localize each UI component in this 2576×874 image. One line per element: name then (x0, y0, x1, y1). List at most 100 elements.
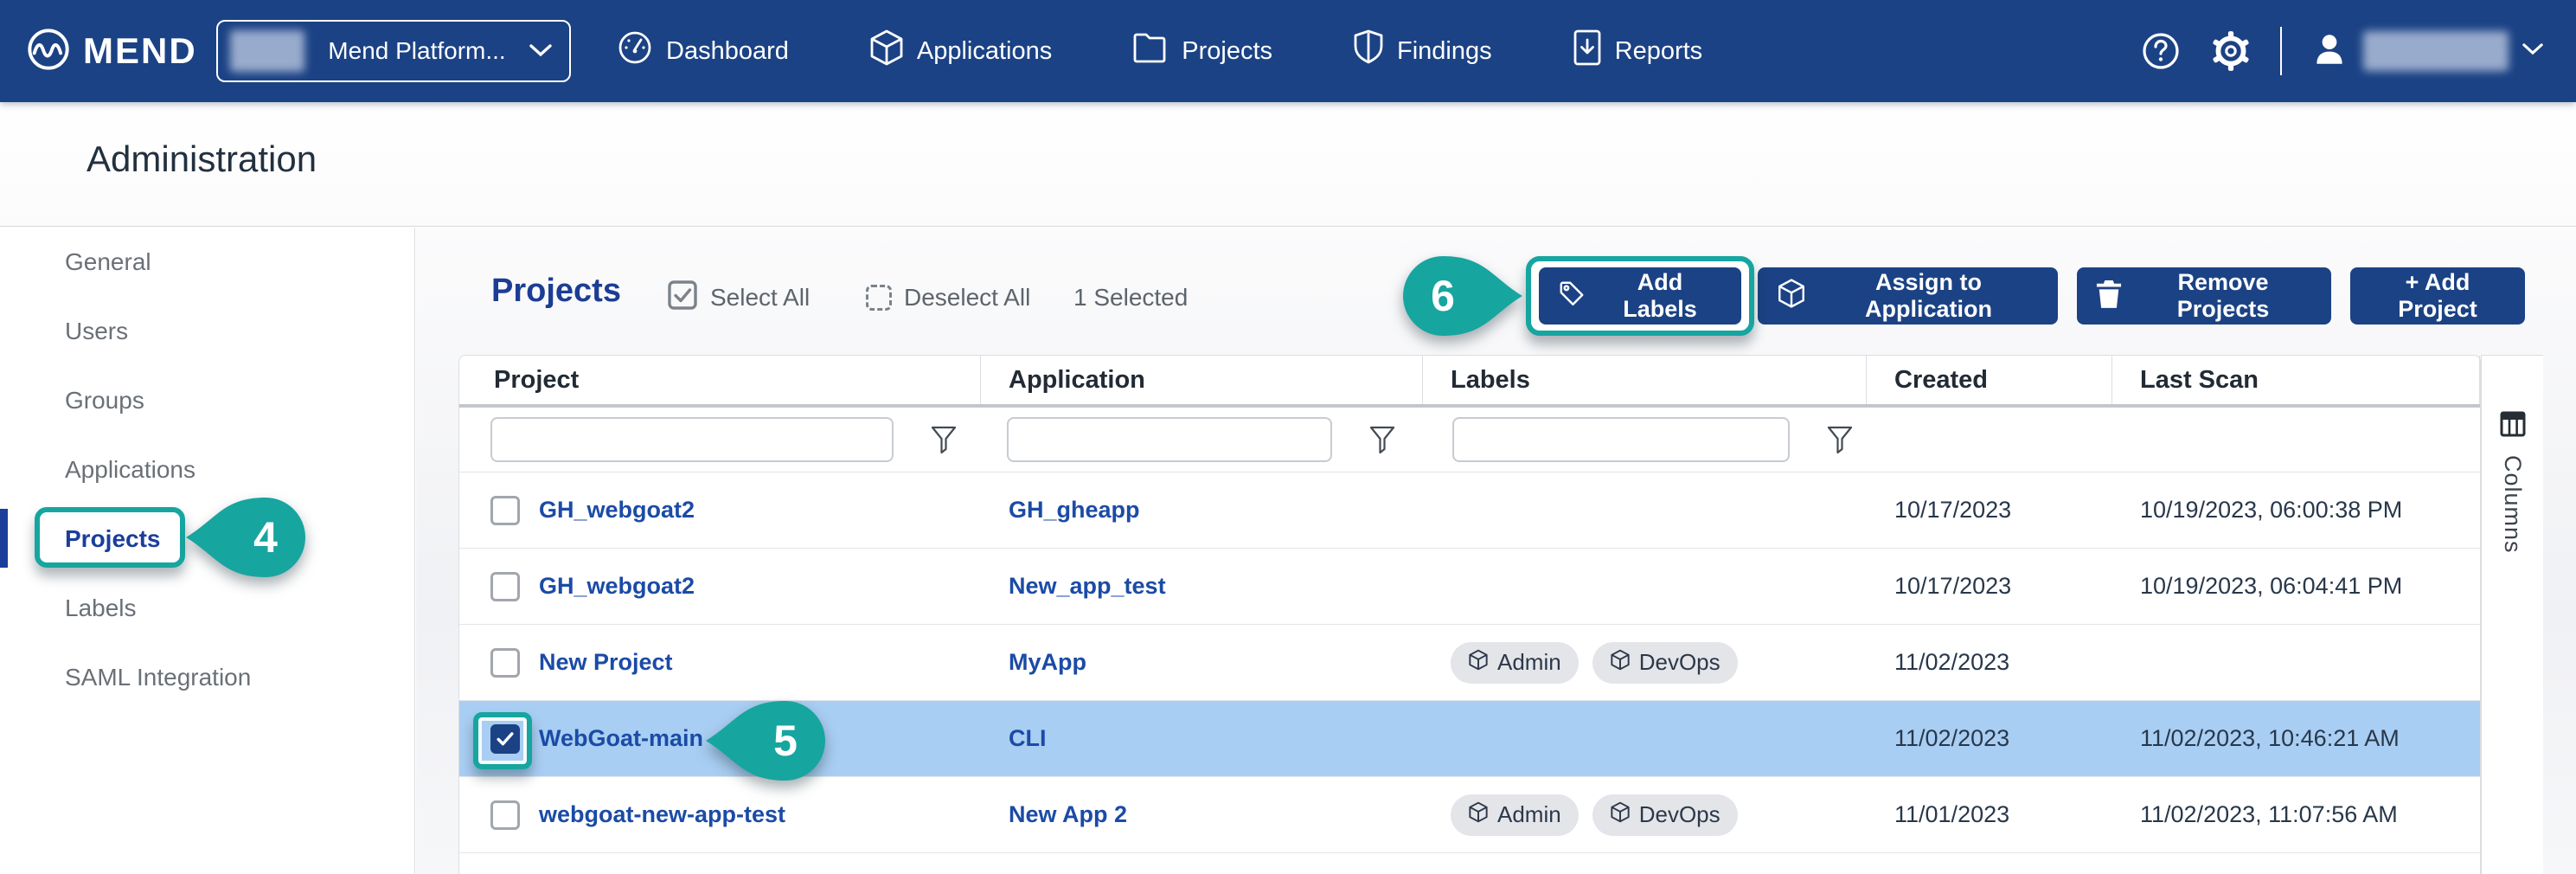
nav-item-findings[interactable]: Findings (1352, 29, 1492, 74)
title-band: Administration (0, 102, 2576, 227)
main-nav: Dashboard Applications Projects (616, 0, 1702, 102)
button-label: + Add Project (2369, 269, 2506, 323)
application-link[interactable]: GH_gheapp (1009, 497, 1140, 524)
filter-funnel-icon[interactable] (930, 425, 958, 454)
row-checkbox[interactable] (490, 572, 520, 601)
trash-icon (2096, 279, 2122, 314)
select-all-label: Select All (710, 284, 810, 312)
last-scan-date: 10/19/2023, 06:00:38 PM (2140, 497, 2402, 524)
column-header-created[interactable]: Created (1867, 356, 2112, 404)
column-header-labels[interactable]: Labels (1423, 356, 1867, 404)
table-body: GH_webgoat2 GH_gheapp 10/17/2023 10/19/2023… (459, 472, 2480, 853)
application-link[interactable]: MyApp (1009, 649, 1086, 676)
nav-item-dashboard[interactable]: Dashboard (616, 29, 789, 74)
project-cell: webgoat-new-app-test (459, 777, 981, 852)
columns-panel-toggle[interactable]: Columns (2481, 355, 2543, 874)
column-header-application[interactable]: Application (981, 356, 1423, 404)
filter-funnel-icon[interactable] (1826, 425, 1854, 454)
nav-label: Dashboard (666, 37, 789, 66)
created-date: 10/17/2023 (1894, 497, 2011, 524)
org-name-redacted (230, 30, 304, 72)
user-avatar-icon (2310, 29, 2349, 74)
table-row[interactable]: New ProjectMyAppAdminDevOps11/02/2023 (459, 625, 2480, 701)
application-cell: New_app_test (981, 549, 1423, 624)
nav-label: Projects (1182, 37, 1272, 66)
selected-count: 1 Selected (1073, 277, 1188, 318)
last-scan-cell: 10/19/2023, 06:00:38 PM (2112, 472, 2480, 548)
nav-item-projects[interactable]: Projects (1131, 30, 1272, 72)
table-row[interactable]: GH_webgoat2 GH_gheapp 10/17/2023 10/19/2023… (459, 472, 2480, 549)
filter-funnel-icon[interactable] (1368, 425, 1396, 454)
table-row[interactable]: webgoat-new-app-test New App 2 Admin DevOps… (459, 777, 2480, 853)
cube-icon (1610, 801, 1631, 829)
folder-icon (1131, 30, 1169, 72)
column-header-project[interactable]: Project (459, 356, 981, 404)
label-chip: Admin (1451, 794, 1579, 836)
labels-filter-input[interactable] (1452, 417, 1790, 462)
add-project-button[interactable]: + Add Project (2350, 267, 2525, 325)
nav-label: Findings (1397, 37, 1492, 66)
created-date: 10/17/2023 (1894, 573, 2011, 600)
sidebar-item-general[interactable]: General (0, 228, 414, 297)
annotation-ring-add-labels: Add Labels (1526, 256, 1754, 336)
sidebar-item-users[interactable]: Users (0, 297, 414, 366)
annotation-step-number: 4 (238, 492, 293, 582)
project-link[interactable]: GH_webgoat2 (539, 497, 695, 524)
cube-icon (1610, 649, 1631, 677)
application-link[interactable]: New_app_test (1009, 573, 1166, 600)
nav-label: Applications (917, 37, 1052, 66)
assign-to-application-button[interactable]: Assign to Application (1758, 267, 2058, 325)
select-all-button[interactable]: Select All (667, 277, 810, 318)
topbar-divider (2280, 27, 2282, 75)
user-menu[interactable] (2310, 29, 2543, 74)
cube-icon (1468, 801, 1489, 829)
username-redacted (2363, 31, 2509, 71)
row-checkbox[interactable] (490, 648, 520, 678)
label-chip-text: Admin (1497, 801, 1561, 828)
last-scan-cell: 11/02/2023, 10:46:21 AM (2112, 701, 2480, 776)
sidebar-item-saml-integration[interactable]: SAML Integration (0, 643, 414, 712)
org-selector[interactable]: Mend Platform... (216, 20, 571, 82)
last-scan-date: 11/02/2023, 11:07:56 AM (2140, 801, 2398, 828)
label-chip: DevOps (1592, 794, 1738, 836)
column-header-last-scan[interactable]: Last Scan (2112, 356, 2480, 404)
button-label: Assign to Application (1818, 269, 2039, 323)
table-filter-row (459, 408, 2480, 472)
row-checkbox[interactable] (490, 800, 520, 830)
deselect-all-button[interactable]: Deselect All (866, 277, 1030, 318)
project-link[interactable]: WebGoat-main (539, 725, 703, 752)
sidebar-item-groups[interactable]: Groups (0, 366, 414, 435)
cube-icon (868, 29, 905, 74)
created-cell: 10/17/2023 (1867, 472, 2112, 548)
table-header: Project Application Labels Created Last … (459, 356, 2480, 408)
application-filter-input[interactable] (1007, 417, 1332, 462)
nav-item-reports[interactable]: Reports (1572, 29, 1703, 74)
settings-gear-icon[interactable] (2209, 29, 2252, 73)
label-chip-text: DevOps (1639, 801, 1721, 828)
tag-icon (1558, 280, 1586, 313)
mend-logo-icon (26, 27, 71, 76)
created-cell: 10/17/2023 (1867, 549, 2112, 624)
topbar: MEND Mend Platform... Dashboard (0, 0, 2576, 102)
labels-cell (1423, 701, 1867, 776)
page-title: Administration (87, 138, 317, 180)
help-icon[interactable] (2140, 30, 2182, 72)
projects-table: Project Application Labels Created Last … (458, 355, 2481, 874)
chevron-down-icon (2522, 42, 2543, 60)
project-link[interactable]: New Project (539, 649, 673, 676)
project-link[interactable]: GH_webgoat2 (539, 573, 695, 600)
project-filter-input[interactable] (490, 417, 894, 462)
cube-icon (1777, 278, 1806, 315)
row-checkbox[interactable] (490, 496, 520, 525)
remove-projects-button[interactable]: Remove Projects (2077, 267, 2331, 325)
sidebar-item-labels[interactable]: Labels (0, 574, 414, 643)
project-cell: GH_webgoat2 (459, 472, 981, 548)
application-link[interactable]: New App 2 (1009, 801, 1127, 828)
select-all-checkbox-icon (667, 280, 698, 317)
application-cell: MyApp (981, 625, 1423, 700)
add-labels-button[interactable]: Add Labels (1539, 267, 1741, 325)
nav-item-applications[interactable]: Applications (868, 29, 1052, 74)
application-link[interactable]: CLI (1009, 725, 1047, 752)
table-row[interactable]: GH_webgoat2New_app_test10/17/202310/19/2… (459, 549, 2480, 625)
project-link[interactable]: webgoat-new-app-test (539, 801, 785, 828)
